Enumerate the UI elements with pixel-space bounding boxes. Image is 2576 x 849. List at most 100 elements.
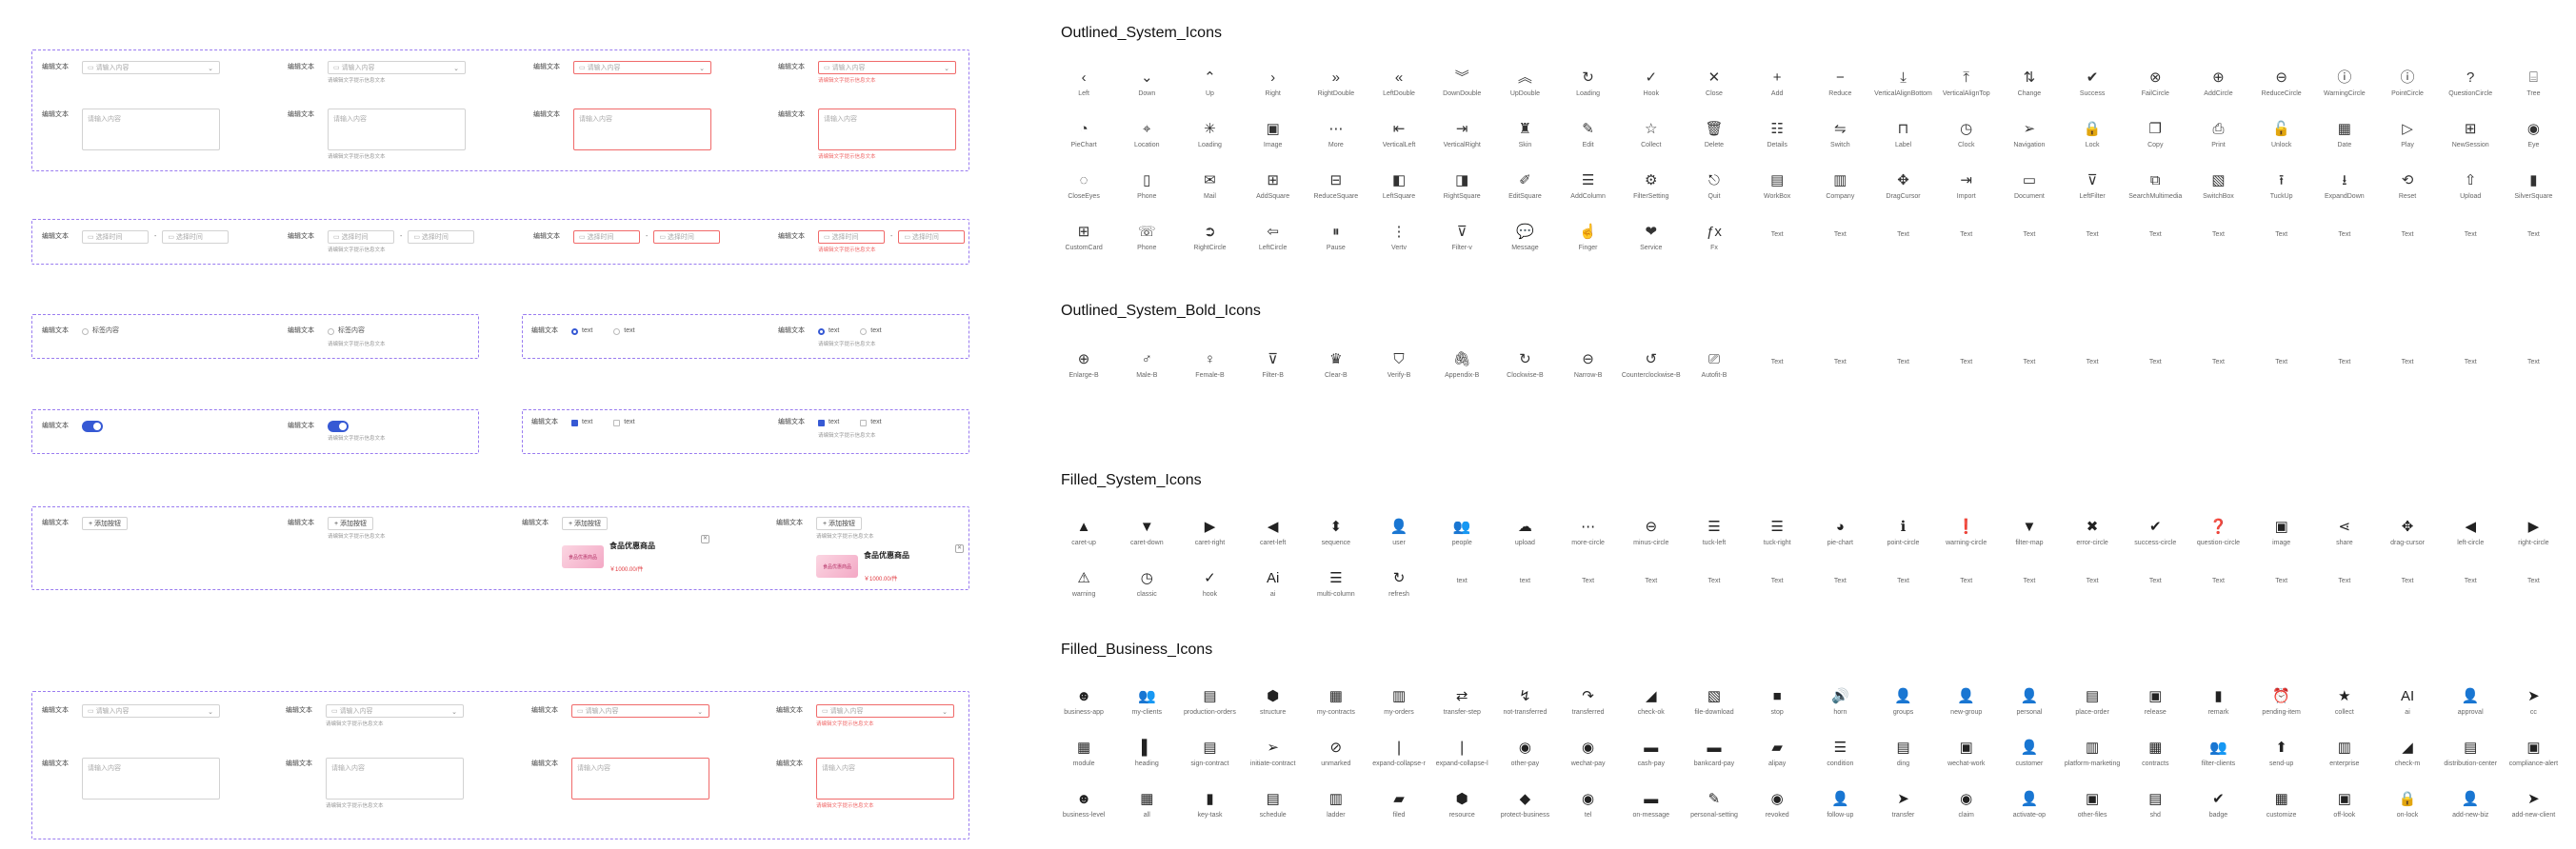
icon-cell[interactable]: Text [2502,219,2565,270]
add-button[interactable]: + 添加按钮 [82,517,129,530]
icon-cell[interactable]: ◷ classic [1115,565,1178,617]
icon-cell[interactable]: ⇦ LeftCircle [1242,219,1305,270]
textarea[interactable]: 请输入内容 [573,109,711,150]
icon-cell[interactable]: ⬆ send-up [2250,735,2313,786]
icon-cell[interactable]: Text [2376,346,2439,398]
select-input[interactable]: ▭ 请输入内容 ⌄ [818,61,956,74]
icon-cell[interactable]: ✕ Close [1683,65,1746,116]
checkbox-option[interactable]: text [860,416,882,429]
select-input[interactable]: ▭ 请输入内容 ⌄ [573,61,711,74]
icon-cell[interactable]: ⚙ FilterSetting [1620,168,1683,219]
icon-cell[interactable]: ⋮ Vertv [1368,219,1430,270]
icon-cell[interactable]: ▣ compliance-alert [2502,735,2565,786]
icon-cell[interactable]: ◆ protect-business [1493,786,1556,838]
radio-option[interactable]: text [571,325,592,338]
icon-cell[interactable]: ✳ Loading [1178,116,1241,168]
icon-cell[interactable]: ☰ multi-column [1305,565,1368,617]
icon-cell[interactable]: Text [2439,346,2502,398]
add-button[interactable]: + 添加按钮 [328,517,374,530]
icon-cell[interactable]: ⛉ Verify-B [1368,346,1430,398]
icon-cell[interactable]: ℹ point-circle [1871,514,1934,565]
icon-cell[interactable]: ◢ check-ok [1620,683,1683,735]
icon-cell[interactable]: ? QuestionCircle [2439,65,2502,116]
select-input[interactable]: ▭ 请输入内容 ⌄ [328,61,466,74]
icon-cell[interactable]: ▥ platform-marketing [2061,735,2124,786]
icon-cell[interactable]: ▤ place-order [2061,683,2124,735]
icon-cell[interactable]: ▤ ding [1871,735,1934,786]
icon-cell[interactable]: ➢ initiate-contract [1242,735,1305,786]
icon-cell[interactable]: ▦ all [1115,786,1178,838]
icon-cell[interactable]: 🔒 on-lock [2376,786,2439,838]
icon-cell[interactable]: text [1493,565,1556,617]
icon-cell[interactable]: ▦ customize [2250,786,2313,838]
icon-cell[interactable]: ⊖ ReduceCircle [2250,65,2313,116]
icon-cell[interactable]: Text [1683,565,1746,617]
icon-cell[interactable]: ▥ enterprise [2313,735,2376,786]
icon-cell[interactable]: ⚠ warning [1052,565,1115,617]
icon-cell[interactable]: ⇥ Import [1935,168,1998,219]
icon-cell[interactable]: ◌ CloseEyes [1052,168,1115,219]
icon-cell[interactable]: ▤ shd [2124,786,2187,838]
icon-cell[interactable]: ⬍ sequence [1305,514,1368,565]
icon-cell[interactable]: ◉ wechat-pay [1557,735,1620,786]
icon-cell[interactable]: ✓ hook [1178,565,1241,617]
icon-cell[interactable]: ❤ Service [1620,219,1683,270]
icon-cell[interactable]: ⏸ Pause [1305,219,1368,270]
icon-cell[interactable]: ♜ Skin [1493,116,1556,168]
icon-cell[interactable]: ⌖ Location [1115,116,1178,168]
close-icon[interactable]: ✕ [955,544,964,553]
icon-cell[interactable]: ︽ UpDouble [1493,65,1556,116]
icon-cell[interactable]: ⊞ AddSquare [1242,168,1305,219]
toggle-switch[interactable] [82,421,103,432]
date-start-input[interactable]: ▭ 选择时间 [82,230,149,244]
icon-cell[interactable]: « LeftDouble [1368,65,1430,116]
textarea[interactable]: 请输入内容 [82,109,220,150]
checkbox-option[interactable]: text [613,416,635,429]
icon-cell[interactable]: AI ai [2376,683,2439,735]
icon-cell[interactable]: ▥ ladder [1305,786,1368,838]
icon-cell[interactable]: ⋯ More [1305,116,1368,168]
icon-cell[interactable]: 👤 follow-up [1808,786,1871,838]
icon-cell[interactable]: ➤ cc [2502,683,2565,735]
icon-cell[interactable]: Text [2124,219,2187,270]
icon-cell[interactable]: Text [2439,219,2502,270]
icon-cell[interactable]: ⌃ Up [1178,65,1241,116]
icon-cell[interactable]: 👤 activate-op [1998,786,2061,838]
icon-cell[interactable]: ⋯ more-circle [1557,514,1620,565]
icon-cell[interactable]: 👤 approval [2439,683,2502,735]
icon-cell[interactable]: ❘ expand-collapse-l [1430,735,1493,786]
icon-cell[interactable]: Text [1808,565,1871,617]
icon-cell[interactable]: ■ stop [1746,683,1808,735]
add-button[interactable]: + 添加按钮 [816,517,863,530]
icon-cell[interactable]: ◉ Eye [2502,116,2565,168]
icon-cell[interactable]: ▬ cash-pay [1620,735,1683,786]
icon-cell[interactable]: ◔ PieChart [1052,116,1115,168]
icon-cell[interactable]: ➢ Navigation [1998,116,2061,168]
icon-cell[interactable]: ◨ RightSquare [1430,168,1493,219]
radio-option[interactable]: 标签内容 [328,325,365,338]
icon-cell[interactable]: ☏ Phone [1115,219,1178,270]
icon-cell[interactable]: ▬ bankcard-pay [1683,735,1746,786]
icon-cell[interactable]: 👥 filter-clients [2187,735,2249,786]
icon-cell[interactable]: ▌ heading [1115,735,1178,786]
icon-cell[interactable]: ▮ key-task [1178,786,1241,838]
select-input[interactable]: ▭ 请输入内容 ⌄ [571,704,709,718]
icon-cell[interactable]: ⇥ VerticalRight [1430,116,1493,168]
icon-cell[interactable]: Text [2376,565,2439,617]
icon-cell[interactable]: Text [2376,219,2439,270]
toggle-switch[interactable] [328,421,349,432]
icon-cell[interactable]: 👤 customer [1998,735,2061,786]
icon-cell[interactable]: Text [2187,565,2249,617]
textarea[interactable]: 请输入内容 [326,758,464,800]
icon-cell[interactable]: ⏰ pending-item [2250,683,2313,735]
icon-cell[interactable]: ⎙ Print [2187,116,2249,168]
icon-cell[interactable]: ⊖ Narrow-B [1557,346,1620,398]
icon-cell[interactable]: 🔊 horn [1808,683,1871,735]
icon-cell[interactable]: ⊕ Enlarge-B [1052,346,1115,398]
icon-cell[interactable]: ✥ DragCursor [1871,168,1934,219]
icon-cell[interactable]: ↷ transferred [1557,683,1620,735]
icon-cell[interactable]: ⋖ share [2313,514,2376,565]
icon-cell[interactable]: Text [1871,346,1934,398]
icon-cell[interactable]: ⊘ unmarked [1305,735,1368,786]
icon-cell[interactable]: ⇧ Upload [2439,168,2502,219]
